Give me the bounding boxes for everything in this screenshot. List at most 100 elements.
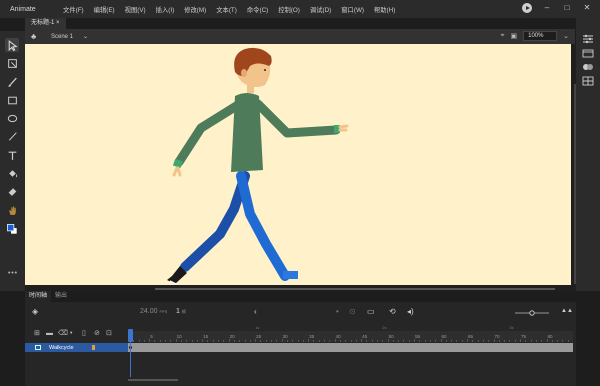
center-frame-icon[interactable]: ⊙	[349, 307, 356, 316]
minimize-icon[interactable]: –	[542, 3, 552, 13]
ruler-tick	[334, 339, 336, 342]
maximize-icon[interactable]: □	[562, 3, 572, 13]
chevron-down-icon[interactable]: ⌄	[563, 32, 569, 40]
ruler-number: 70	[494, 334, 500, 339]
document-tab[interactable]: 无标题-1 ×	[25, 18, 66, 29]
highlight-icon[interactable]: •	[70, 330, 77, 337]
character-eye	[264, 69, 266, 71]
mountains-icon[interactable]: ▲▲	[561, 307, 573, 316]
center-stage-icon[interactable]: ⌖	[501, 32, 505, 40]
paint-bucket-tool-icon[interactable]	[5, 166, 19, 180]
ruler-tick	[488, 340, 490, 342]
stage-area	[25, 44, 576, 291]
eraser-tool-icon[interactable]	[5, 184, 19, 198]
stroke-fill-color-icon[interactable]	[5, 222, 19, 236]
brush-tool-icon[interactable]	[5, 75, 19, 89]
zoom-select[interactable]: 100%	[523, 31, 558, 41]
layer-name[interactable]: Walkcycle	[49, 345, 74, 351]
tab-output[interactable]: 输出	[51, 291, 71, 302]
ruler-tick	[260, 340, 262, 342]
menu-item[interactable]: 编辑(E)	[89, 5, 120, 14]
line-tool-icon[interactable]	[5, 129, 19, 143]
clip-icon[interactable]: ▣	[511, 32, 518, 40]
rectangle-tool-icon[interactable]	[5, 93, 19, 107]
step-back-icon[interactable]: ‹	[254, 307, 257, 316]
lock-icon[interactable]: ⊡	[106, 330, 113, 337]
ruler-tick	[498, 340, 500, 342]
ruler-tick	[504, 340, 506, 342]
new-layer-icon[interactable]: ⊞	[34, 330, 41, 337]
character-ear	[241, 69, 247, 77]
menu-item[interactable]: 命令(C)	[242, 5, 273, 14]
ruler-tick	[154, 340, 156, 342]
more-tools-icon[interactable]	[5, 265, 19, 279]
color-icon[interactable]	[582, 76, 594, 86]
camera-icon[interactable]: ▭	[367, 307, 375, 316]
selection-tool-icon[interactable]	[5, 38, 19, 52]
layers-icon[interactable]: ◈	[32, 307, 38, 316]
timeline-controls: ◈ 24.00 FPS 1 帧 ‹ • ⊙ ▭ ⟲ ◂) ▲▲	[25, 303, 576, 321]
ruler-number: 65	[468, 334, 474, 339]
ruler-tick	[530, 340, 532, 342]
dot-icon: •	[336, 307, 339, 316]
walking-character[interactable]	[25, 44, 571, 285]
menu-item[interactable]: 调试(D)	[305, 5, 336, 14]
playhead-handle[interactable]	[128, 329, 133, 342]
frame-ruler[interactable]: 151015202530354045505560657075801s2s3s	[128, 325, 573, 342]
hide-icon[interactable]: ⊘	[94, 330, 101, 337]
ruler-number: 15	[203, 334, 209, 339]
outline-icon[interactable]: ▯	[82, 330, 89, 337]
scene-label[interactable]: Scene 1	[51, 34, 73, 40]
ruler-tick	[165, 340, 167, 342]
ruler-tick	[440, 339, 442, 342]
menu-item[interactable]: 帮助(H)	[369, 5, 400, 14]
menu-item[interactable]: 控制(O)	[273, 5, 305, 14]
ruler-tick	[281, 339, 283, 342]
ruler-number: 80	[547, 334, 553, 339]
ruler-tick	[382, 340, 384, 342]
menu-item[interactable]: 修改(M)	[179, 5, 211, 14]
ruler-number: 5	[150, 334, 153, 339]
stage-vertical-scrollbar[interactable]	[574, 84, 576, 284]
sound-icon[interactable]: ◂)	[407, 307, 414, 316]
frame-rate[interactable]: 24.00 FPS	[140, 308, 167, 315]
properties-icon[interactable]	[582, 34, 594, 44]
free-transform-tool-icon[interactable]	[5, 56, 19, 70]
layer-row[interactable]: Walkcycle	[25, 343, 128, 352]
close-icon[interactable]: ✕	[582, 3, 592, 13]
menu-item[interactable]: 插入(I)	[151, 5, 180, 14]
loop-icon[interactable]: ⟲	[389, 307, 396, 316]
hand-tool-icon[interactable]	[5, 203, 19, 217]
ruler-tick	[308, 339, 310, 342]
test-movie-icon[interactable]	[522, 3, 532, 13]
ruler-tick	[456, 340, 458, 342]
character-back-arm	[174, 100, 243, 167]
text-tool-icon[interactable]	[5, 148, 19, 162]
new-folder-icon[interactable]: ▬	[46, 330, 53, 337]
menu-item[interactable]: 视图(V)	[120, 5, 151, 14]
menu-item[interactable]: 文本(T)	[211, 5, 242, 14]
ruler-tick	[461, 340, 463, 342]
frame-size-slider[interactable]	[515, 310, 551, 316]
timeline-scrollbar[interactable]	[128, 379, 178, 381]
stage-horizontal-scrollbar[interactable]	[155, 288, 555, 290]
delete-icon[interactable]: ⌫	[58, 330, 68, 337]
ruler-tick	[143, 340, 145, 342]
frames-row[interactable]	[128, 343, 573, 352]
current-frame[interactable]: 1 帧	[176, 308, 186, 315]
ruler-tick	[239, 340, 241, 342]
assets-icon[interactable]	[582, 62, 594, 72]
tab-timeline[interactable]: 时间轴	[25, 291, 52, 302]
stage[interactable]	[25, 44, 571, 285]
ruler-tick	[366, 340, 368, 342]
library-icon[interactable]	[582, 48, 594, 58]
ruler-tick	[482, 340, 484, 342]
ruler-tick	[451, 340, 453, 342]
chevron-down-icon[interactable]: ⌄	[83, 33, 88, 40]
ruler-tick	[175, 339, 177, 342]
menu-item[interactable]: 文件(F)	[58, 5, 89, 14]
menu-item[interactable]: 窗口(W)	[336, 5, 369, 14]
document-tabs: 无标题-1 ×	[25, 18, 575, 29]
layer-color-swatch[interactable]	[92, 345, 95, 350]
oval-tool-icon[interactable]	[5, 111, 19, 125]
